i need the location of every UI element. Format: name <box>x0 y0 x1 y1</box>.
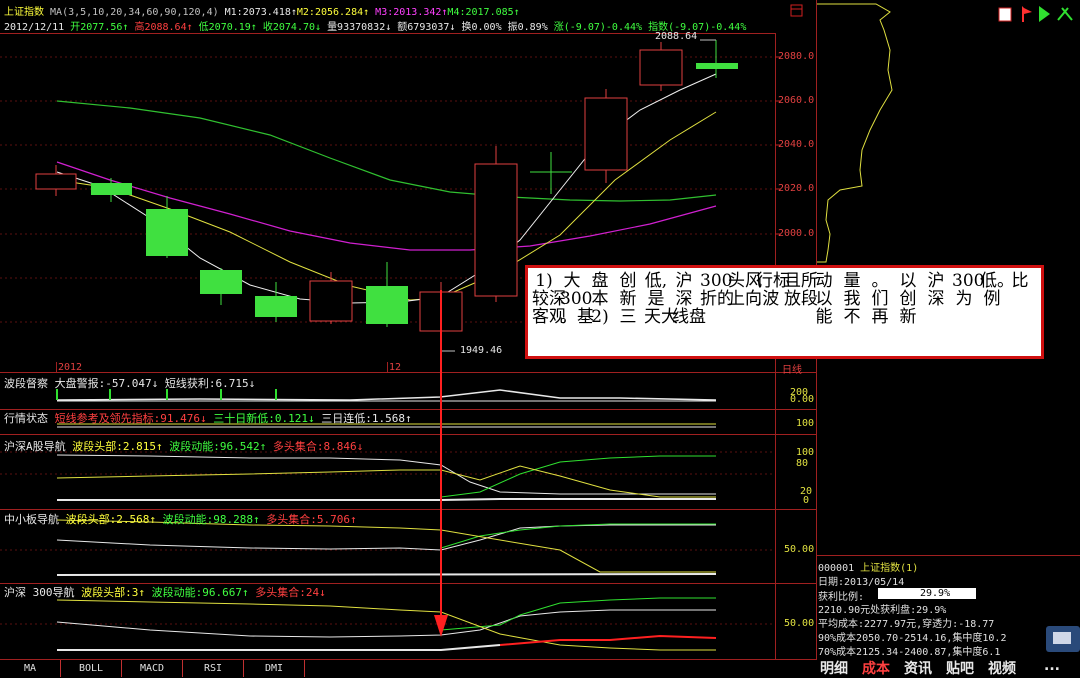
tab-cost[interactable]: 成本 <box>862 658 890 678</box>
panel-1-item-2: 短线获利:6.715↓ <box>164 377 256 390</box>
panel-2-tick-1: 100 <box>796 418 815 429</box>
doc-icon <box>998 7 1012 22</box>
candle-10 <box>530 152 572 194</box>
y-tick-2000: 2000.0 <box>778 228 815 239</box>
month-label: 12 <box>389 362 402 373</box>
tab-rsi[interactable]: RSI <box>183 660 244 677</box>
candle-11 <box>584 89 628 183</box>
panel-3-lines <box>56 454 716 501</box>
candle-13 <box>696 40 738 78</box>
panel-5-item-2: 波段动能:96.667↑ <box>151 586 249 599</box>
annotation-note: 1) 较深 客观 大 300 。基 盘 本 2) 创 新 三 低, 是 天大 沪… <box>525 265 1044 359</box>
panel-2-name[interactable]: 行情状态 <box>4 412 48 425</box>
period-label: 日线 <box>782 365 802 376</box>
flag-icon <box>1022 6 1032 22</box>
panel-2-header: 行情状态 短线参考及领先指标:91.476↓ 三十日新低:0.121↓ 三日连低… <box>4 410 412 426</box>
note-col-7: 300 折的 <box>700 271 734 309</box>
note-col-13: 。 们 再 <box>871 271 889 327</box>
panel-3-item-3: 多头集合:8.846↓ <box>272 440 364 453</box>
note-col-17: 低。 例 <box>980 271 1014 309</box>
year-label: 2012 <box>58 362 83 373</box>
panel-2-item-1: 短线参考及领先指标:91.476↓ <box>54 412 207 425</box>
tab-detail[interactable]: 明细 <box>820 658 848 678</box>
panel-4-header: 中小板导航 波段头部:2.568↑ 波段动能:98.288↑ 多头集合:5.70… <box>4 511 357 527</box>
panel-4-tick-1: 50.00 <box>784 544 815 555</box>
info-line-2: 平均成本:2277.97元,穿透力:-18.77 <box>818 619 995 630</box>
candle-3 <box>146 196 188 258</box>
panel-5-name[interactable]: 沪深 300导航 <box>4 586 75 599</box>
indicator-tab-bar: MA BOLL MACD RSI DMI <box>0 660 776 678</box>
note-col-8: 头风 上向 <box>728 271 762 309</box>
tab-more[interactable]: ... <box>1044 658 1060 674</box>
tab-dmi[interactable]: DMI <box>244 660 305 677</box>
tab-forum[interactable]: 贴吧 <box>946 658 974 678</box>
panel-2-item-3: 三日连低:1.568↑ <box>321 412 412 425</box>
note-col-12: 量 我 不 <box>843 271 861 327</box>
panel-2-item-2: 三十日新低:0.121↓ <box>213 412 315 425</box>
panel-5-item-3: 多头集合:24↓ <box>255 586 326 599</box>
tab-macd[interactable]: MACD <box>122 660 183 677</box>
note-col-4: 创 新 三 <box>619 271 637 327</box>
cost-distribution <box>817 3 893 263</box>
note-col-16: 300 为 <box>952 271 985 309</box>
note-col-15: 沪 深 <box>927 271 945 309</box>
info-profit-value: 29.9% <box>920 588 951 599</box>
panel-4-name[interactable]: 中小板导航 <box>4 513 59 526</box>
candle-7 <box>366 262 408 327</box>
panel-1-name[interactable]: 波段督察 <box>4 377 48 390</box>
right-tab-bar: 明细 成本 资讯 贴吧 视频 ... <box>816 656 1080 678</box>
play-icon <box>1039 6 1050 22</box>
panel-5-tick-1: 50.00 <box>784 618 815 629</box>
panel-5-item-1: 波段头部:3↑ <box>81 586 145 599</box>
candle-12 <box>639 42 683 91</box>
candle-9 <box>474 146 518 302</box>
annotation-arrow-head <box>434 615 448 637</box>
note-col-3: 盘 本 2) <box>591 271 609 327</box>
panel-3-item-2: 波段动能:96.542↑ <box>169 440 267 453</box>
low-price-label: 1949.46 <box>460 345 503 356</box>
note-col-14: 以 创 新 <box>899 271 917 327</box>
panel-1-header: 波段督察 大盘警报:-57.047↓ 短线获利:6.715↓ <box>4 375 255 391</box>
note-col-11: 动 以 能 <box>815 271 833 327</box>
note-col-9: 行标 ,波 <box>756 271 790 309</box>
panel-3-tick-4: 0 <box>803 495 810 506</box>
info-date: 日期:2013/05/14 <box>818 577 905 588</box>
note-col-18: 比 <box>1011 271 1029 291</box>
note-col-6: 沪 深 线盘 <box>672 271 706 327</box>
note-col-2: 大 300 。基 <box>560 271 594 327</box>
tab-boll[interactable]: BOLL <box>61 660 122 677</box>
candle-2 <box>91 178 132 202</box>
panel-3-tick-2: 80 <box>796 458 809 469</box>
y-tick-2080: 2080.0 <box>778 51 815 62</box>
high-price-label: 2088.64 <box>655 31 698 42</box>
tab-video[interactable]: 视频 <box>988 658 1016 678</box>
y-tick-2040: 2040.0 <box>778 139 815 150</box>
panel-4-item-3: 多头集合:5.706↑ <box>266 513 357 526</box>
tab-news[interactable]: 资讯 <box>904 658 932 678</box>
panel-3-header: 沪深A股导航 波段头部:2.815↑ 波段动能:96.542↑ 多头集合:8.8… <box>4 438 363 454</box>
candle-1 <box>35 165 77 196</box>
panel-4-item-1: 波段头部:2.568↑ <box>65 513 156 526</box>
tab-ma[interactable]: MA <box>0 660 61 677</box>
candle-6 <box>309 272 353 324</box>
info-line-3: 90%成本2050.70-2514.16,集中度10.2 <box>818 633 1007 644</box>
y-tick-2060: 2060.0 <box>778 95 815 106</box>
info-code-line: 000001 上证指数(1) <box>818 559 918 574</box>
tools-icon <box>1057 7 1073 21</box>
panel-3-tick-1: 100 <box>796 447 815 458</box>
y-tick-2020: 2020.0 <box>778 183 815 194</box>
panel-1-tick-2: 0.00 <box>790 394 815 405</box>
panel-1-item-1: 大盘警报:-57.047↓ <box>54 377 159 390</box>
panel-4-item-2: 波段动能:98.288↑ <box>162 513 260 526</box>
panel-3-name[interactable]: 沪深A股导航 <box>4 440 66 453</box>
note-col-1: 1) 较深 客观 <box>532 271 566 327</box>
note-col-10: 且所 放段 <box>784 271 818 309</box>
candle-4 <box>200 268 242 305</box>
panel-3-item-1: 波段头部:2.815↑ <box>72 440 163 453</box>
panel-4-lines <box>56 519 717 576</box>
info-line-1: 2210.90元处获利盘:29.9% <box>818 605 947 616</box>
panel-5-header: 沪深 300导航 波段头部:3↑ 波段动能:96.667↑ 多头集合:24↓ <box>4 584 326 600</box>
note-col-5: 低, 是 天大 <box>644 271 678 327</box>
window-icon <box>790 4 803 17</box>
